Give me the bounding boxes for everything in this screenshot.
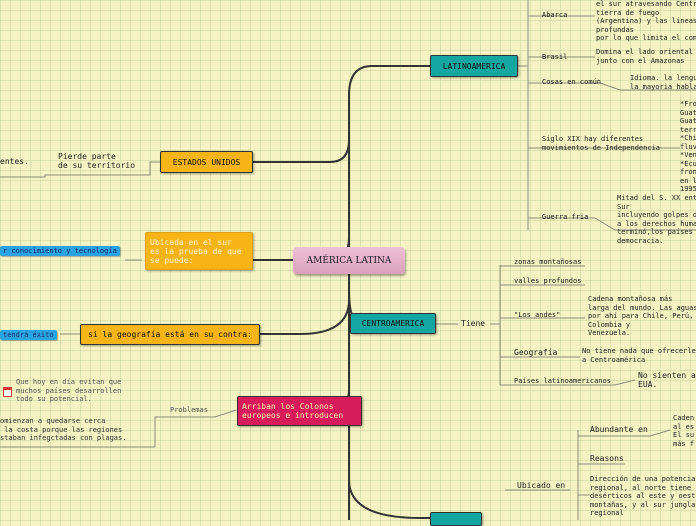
node-ubicada-sur-label: Ubicada en el sur es la prueba de que se…: [150, 237, 242, 265]
bottom-abundante-text: Caden al es El su más f: [673, 414, 695, 448]
centro-geografia-text: No tiene nada que ofrecerle a Centroamér…: [582, 347, 696, 364]
bottom-ubicado[interactable]: Ubicado en: [517, 481, 565, 490]
colonos-problemas[interactable]: Problemas: [170, 406, 208, 415]
node-ubicada-sur[interactable]: Ubicada en el sur es la prueba de que se…: [145, 232, 253, 270]
latam-abarca-text: el sur atravesando Centro tierra de fueg…: [596, 0, 696, 42]
centro-andes[interactable]: "Los andes": [514, 311, 560, 320]
node-estados-unidos-label: ESTADOS UNIDOS: [172, 157, 241, 167]
bottom-reasons[interactable]: Reasons: [590, 454, 624, 463]
bottom-direccion: Dirección de una potencia regional, al n…: [590, 475, 696, 517]
latam-guerra[interactable]: Guerra fria: [542, 213, 588, 222]
node-bottom-partial[interactable]: [430, 512, 482, 526]
node-geografia-contra[interactable]: si la geografía está en su contra:: [80, 324, 260, 345]
eeuu-pierde[interactable]: Pierde parte de su territorio: [58, 152, 135, 170]
geo-blue-tag[interactable]: tendrá éxito: [0, 330, 57, 340]
calendar-icon: [3, 387, 12, 397]
colonos-comienzan: omienzan a quedarse cerca la costa porqu…: [0, 417, 127, 442]
centro-paises[interactable]: Países latinoamericanos: [514, 377, 611, 386]
centro-geografia[interactable]: Geografía: [514, 348, 557, 357]
bottom-abundante[interactable]: Abundante en: [590, 425, 648, 434]
colonos-evitan: Que hoy en día evitan que muchos países …: [16, 378, 122, 403]
latam-brasil[interactable]: Brasil: [542, 53, 567, 62]
central-topic-label: AMÉRICA LATINA: [306, 255, 392, 266]
node-latinoamerica-label: LATINOAMERICA: [442, 61, 506, 71]
centro-zonas[interactable]: zonas montañosas: [514, 258, 581, 267]
eeuu-entes: entes.: [0, 157, 29, 166]
centro-valles[interactable]: valles profundos: [514, 277, 581, 286]
latam-brasil-text: Domina el lado oriental de junto con el …: [596, 48, 693, 65]
node-centroamerica[interactable]: CENTROAMERICA: [350, 313, 436, 334]
latam-abarca[interactable]: Abarca: [542, 11, 567, 20]
node-arriban-colonos[interactable]: Arriban los Colonos europeos e introduce…: [237, 396, 362, 426]
ubicada-blue-tag[interactable]: r conocimiento y tecnología: [0, 246, 120, 256]
node-centroamerica-label: CENTROAMERICA: [361, 319, 425, 328]
central-topic[interactable]: AMÉRICA LATINA: [293, 247, 405, 274]
node-arriban-colonos-label: Arriban los Colonos europeos e introduce…: [242, 402, 344, 420]
centro-andes-text: Cadena montañosa más larga del mundo. La…: [588, 295, 696, 337]
latam-siglo-text: *Fro Guat Guat terr *Chi fluv *Ven *Ecu …: [680, 100, 696, 193]
latam-cosas-text: Idioma. la lengu la mayoria habla: [630, 74, 696, 91]
latam-guerra-text: Mitad del S. XX ent Sur incluyendo golpe…: [617, 194, 696, 245]
node-latinoamerica[interactable]: LATINOAMERICA: [430, 55, 518, 77]
latam-siglo[interactable]: Siglo XIX hay diferentes movimientos de …: [542, 135, 660, 152]
node-estados-unidos[interactable]: ESTADOS UNIDOS: [160, 151, 253, 173]
node-geografia-contra-label: si la geografía está en su contra:: [88, 330, 252, 339]
latam-cosas[interactable]: Cosas en común: [542, 78, 601, 87]
centro-paises-text: No sienten af EUA.: [638, 371, 696, 389]
centro-tiene[interactable]: Tiene: [461, 319, 485, 328]
